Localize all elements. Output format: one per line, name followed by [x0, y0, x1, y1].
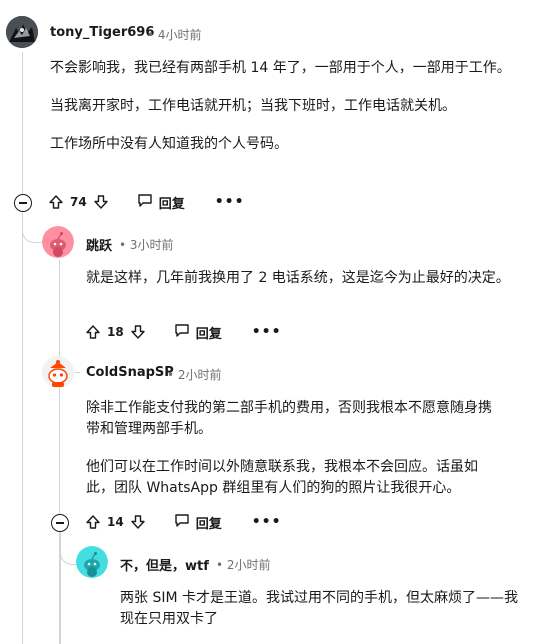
- comment-author[interactable]: ColdSnapSP: [86, 365, 174, 380]
- avatar-snoo-image: [42, 226, 74, 258]
- more-options-button[interactable]: •••: [215, 194, 245, 210]
- comment-time[interactable]: 2小时前: [178, 368, 222, 382]
- comment-body: 除非工作能支付我的第二部手机的费用，否则我根本不愿意随身携带和管理两部手机。 他…: [86, 398, 504, 499]
- vote-count: 74: [70, 195, 87, 209]
- arrow-down-icon[interactable]: [93, 194, 109, 210]
- reply-label: 回复: [195, 516, 222, 532]
- comment-paragraph: 除非工作能支付我的第二部手机的费用，否则我根本不愿意随身携带和管理两部手机。: [86, 400, 492, 437]
- comment-paragraph: 就是这样，几年前我换用了 2 电话系统，这是迄今为止最好的决定。: [86, 270, 510, 286]
- thread-elbow-reply3: [60, 528, 77, 565]
- more-options-button[interactable]: •••: [252, 324, 282, 340]
- comment-body: 两张 SIM 卡才是王道。我试过用不同的手机，但太麻烦了——我现在只用双卡了: [120, 588, 518, 630]
- comment-actions: 14 回复 •••: [85, 509, 282, 535]
- comment-author[interactable]: tony_Tiger696: [50, 25, 154, 40]
- comment-time[interactable]: 2小时前: [227, 558, 271, 572]
- comment-paragraph: 工作场所中没有人知道我的个人号码。: [50, 136, 288, 152]
- avatar[interactable]: [6, 16, 38, 48]
- comment-meta: • 4小时前: [147, 26, 202, 43]
- comment-time[interactable]: 3小时前: [130, 238, 174, 252]
- arrow-up-icon[interactable]: [85, 514, 101, 530]
- avatar[interactable]: [76, 546, 108, 578]
- reply-button[interactable]: 回复: [174, 322, 222, 342]
- arrow-up-icon[interactable]: [48, 194, 64, 210]
- comment-actions: 18 回复 •••: [85, 319, 282, 345]
- comment-meta: • 3小时前: [119, 236, 174, 253]
- vote-count: 14: [107, 515, 124, 529]
- avatar-snoo-image: [42, 356, 74, 388]
- arrow-down-icon[interactable]: [130, 514, 146, 530]
- comment-author[interactable]: 不，但是，wtf: [120, 555, 209, 574]
- comment-author[interactable]: 跳跃: [86, 235, 112, 254]
- avatar[interactable]: [42, 226, 74, 258]
- comment-paragraph: 两张 SIM 卡才是王道。我试过用不同的手机，但太麻烦了——我现在只用双卡了: [120, 590, 518, 627]
- comment-paragraph: 他们可以在工作时间以外随意联系我，我根本不会回应。话虽如此，团队 WhatsAp…: [86, 459, 478, 496]
- meta-separator: •: [119, 238, 127, 252]
- comment-body: 不会影响我，我已经有两部手机 14 年了，一部用于个人，一部用于工作。 当我离开…: [50, 58, 542, 155]
- reply-label: 回复: [195, 326, 222, 342]
- meta-separator: •: [167, 368, 175, 382]
- speech-bubble-icon: [174, 322, 190, 342]
- vote-count: 18: [107, 325, 124, 339]
- reply-button[interactable]: 回复: [137, 192, 185, 212]
- collapse-thread-button[interactable]: [51, 514, 69, 532]
- more-options-button[interactable]: •••: [252, 514, 282, 530]
- comment-actions: 74 回复 •••: [48, 189, 245, 215]
- comment-body: 就是这样，几年前我换用了 2 电话系统，这是迄今为止最好的决定。: [86, 268, 546, 289]
- meta-separator: •: [147, 28, 155, 42]
- comment-time[interactable]: 4小时前: [158, 28, 202, 42]
- avatar[interactable]: [42, 356, 74, 388]
- comment-meta: • 2小时前: [216, 556, 271, 573]
- meta-separator: •: [216, 558, 224, 572]
- thread-line-root: [22, 52, 23, 644]
- avatar-snoo-image: [76, 546, 108, 578]
- reply-button[interactable]: 回复: [174, 512, 222, 532]
- thread-elbow-reply1: [22, 218, 43, 243]
- comment-meta: • 2小时前: [167, 366, 222, 383]
- reply-label: 回复: [158, 196, 185, 212]
- comment-paragraph: 不会影响我，我已经有两部手机 14 年了，一部用于个人，一部用于工作。: [50, 60, 511, 76]
- comment-paragraph: 当我离开家时，工作电话就开机；当我下班时，工作电话就关机。: [50, 98, 456, 114]
- arrow-up-icon[interactable]: [85, 324, 101, 340]
- speech-bubble-icon: [174, 512, 190, 532]
- collapse-thread-button[interactable]: [14, 194, 32, 212]
- avatar-tiger-image: [6, 16, 38, 48]
- arrow-down-icon[interactable]: [130, 324, 146, 340]
- speech-bubble-icon: [137, 192, 153, 212]
